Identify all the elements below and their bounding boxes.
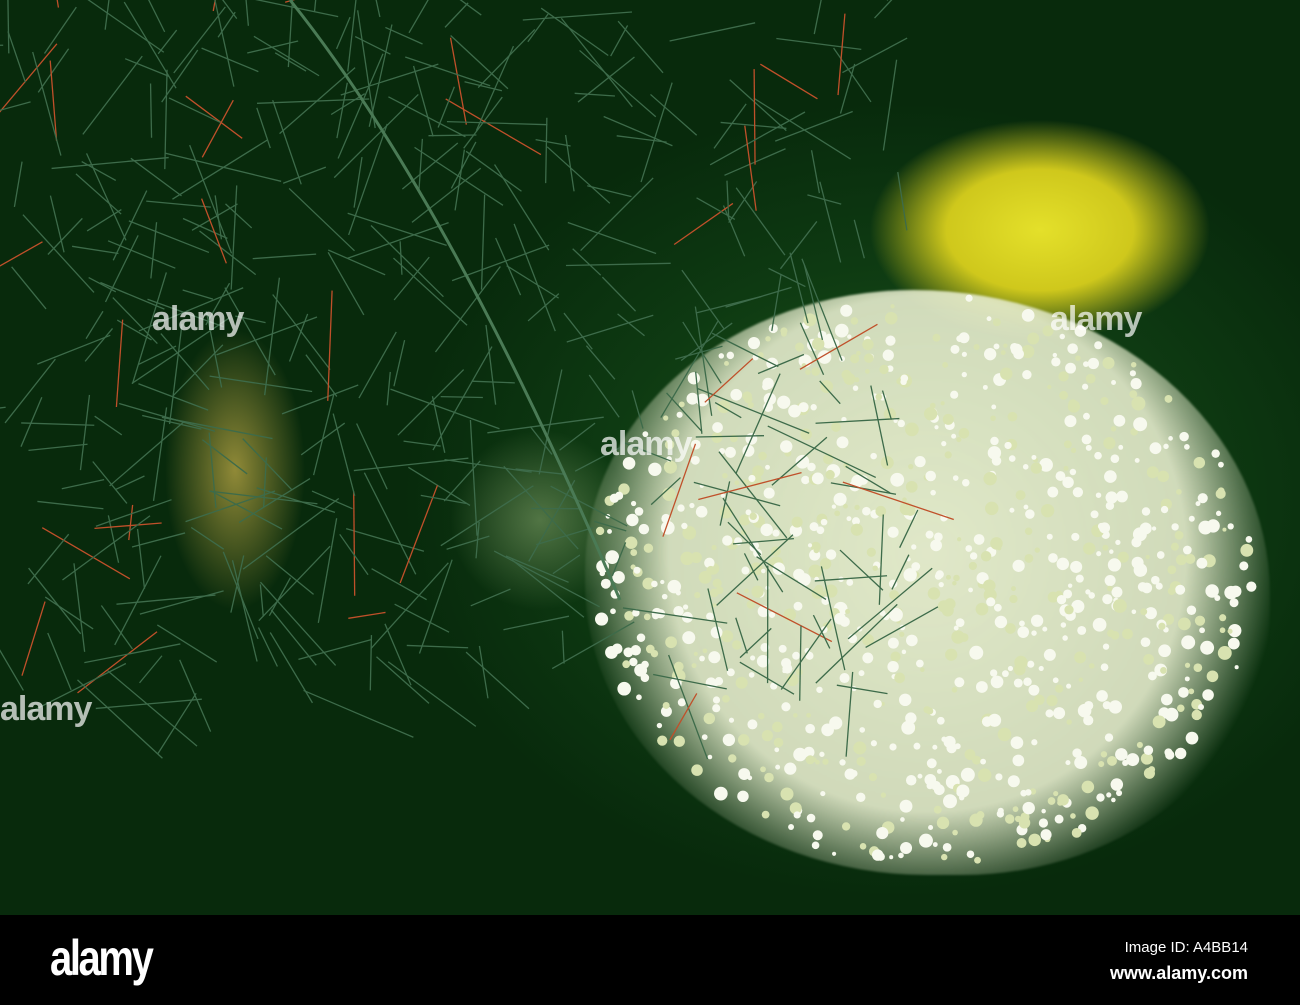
- stock-photo: alamy alamy alamy alamy alamy Image ID: …: [0, 0, 1300, 1005]
- fern-needles: [0, 0, 954, 760]
- image-id: Image ID: A4BB14: [1124, 939, 1248, 956]
- watermark: alamy: [152, 300, 244, 338]
- watermark: alamy: [1050, 300, 1142, 338]
- watermark: alamy: [0, 690, 92, 728]
- florets: [595, 294, 1257, 864]
- alamy-logo: alamy: [50, 930, 154, 986]
- footer-bar: alamy Image ID: A4BB14 www.alamy.com: [0, 915, 1300, 1005]
- watermark: alamy: [600, 425, 692, 463]
- website-link[interactable]: www.alamy.com: [1110, 963, 1248, 984]
